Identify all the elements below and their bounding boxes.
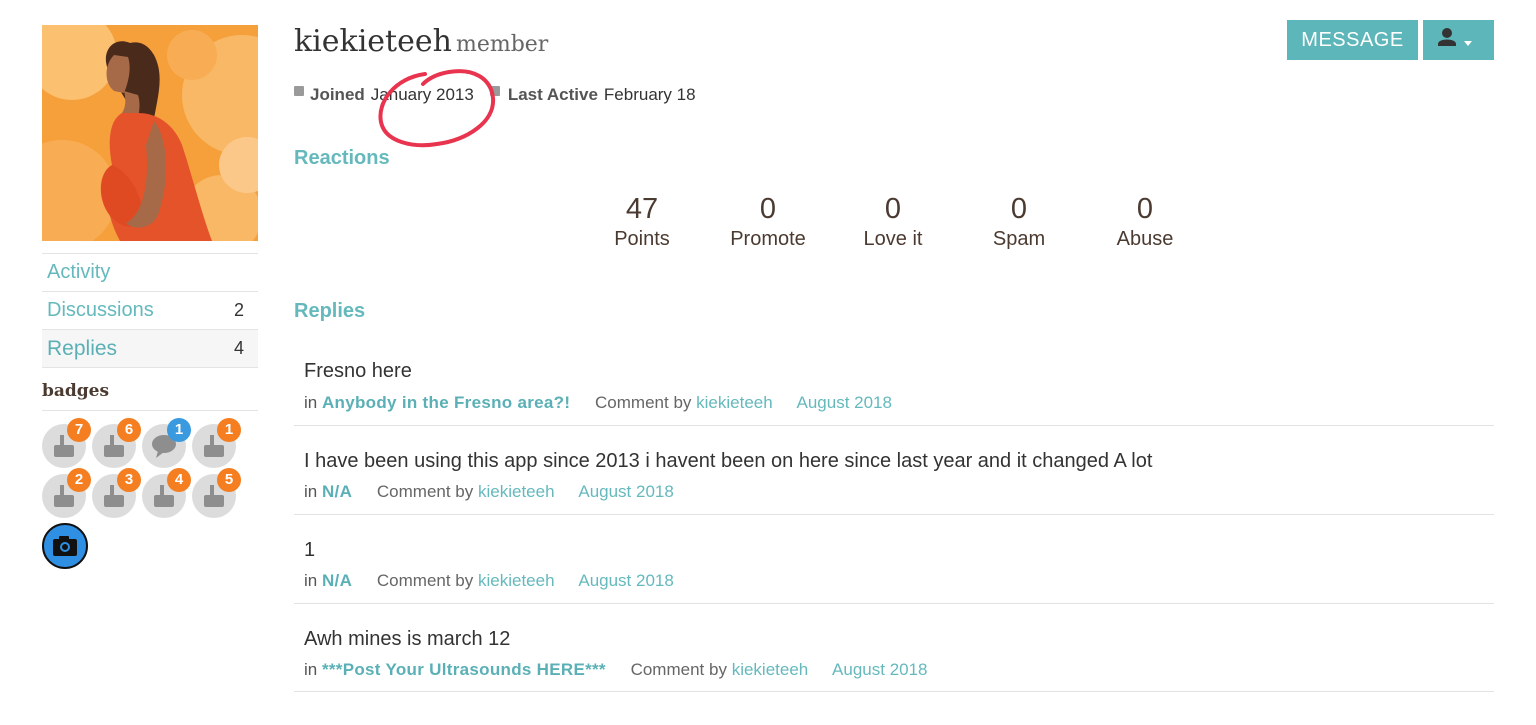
badge-count: 1 — [217, 418, 241, 442]
author-link[interactable]: kiekieteeh — [696, 393, 773, 412]
stat-label: Promote — [730, 228, 806, 250]
author-link[interactable]: kiekieteeh — [478, 482, 555, 501]
last-active-value: February 18 — [603, 85, 696, 104]
stat-label: Spam — [992, 228, 1046, 250]
reply-info: in N/A Comment by kiekieteeh August 2018 — [304, 482, 674, 502]
badge[interactable]: 7 — [42, 418, 91, 468]
chevron-down-icon — [1464, 41, 1472, 46]
discussion-link[interactable]: N/A — [322, 482, 352, 501]
in-label: in — [304, 482, 318, 501]
stat-value: 0 — [1136, 193, 1154, 225]
reply-body: 1 — [304, 539, 316, 561]
badge-count: 5 — [217, 468, 241, 492]
user-menu-button[interactable] — [1423, 20, 1494, 60]
date-link[interactable]: August 2018 — [578, 571, 673, 590]
sidebar-item-label: Activity — [47, 261, 111, 283]
username: kiekieteeh — [294, 24, 452, 59]
stat-value: 0 — [884, 193, 902, 225]
badge[interactable]: 2 — [42, 468, 91, 518]
badge[interactable]: 4 — [142, 468, 191, 518]
stat-value: 0 — [759, 193, 777, 225]
sidebar-item-label: Replies — [47, 336, 118, 360]
discussion-link[interactable]: ***Post Your Ultrasounds HERE*** — [322, 660, 606, 679]
reaction-stat-spam: 0 Spam — [959, 193, 1079, 251]
user-icon — [1438, 28, 1472, 46]
badge-count: 2 — [67, 468, 91, 492]
sidebar-item-replies[interactable]: Replies 4 — [42, 329, 258, 368]
profile-header: kiekieteeh member — [294, 24, 548, 59]
last-active-label: Last Active — [507, 85, 598, 104]
in-label: in — [304, 393, 318, 412]
in-label: in — [304, 571, 318, 590]
reply-info: in N/A Comment by kiekieteeh August 2018 — [304, 571, 674, 591]
comment-by-label: Comment by — [630, 660, 727, 679]
date-link[interactable]: August 2018 — [578, 482, 673, 501]
badge-count: 1 — [167, 418, 191, 442]
calendar-icon — [294, 86, 304, 96]
sidebar-item-discussions[interactable]: Discussions 2 — [42, 291, 258, 329]
camera-icon — [53, 536, 77, 556]
badge-count: 4 — [167, 468, 191, 492]
list-item: Awh mines is march 12 in ***Post Your Ul… — [294, 604, 1494, 692]
replies-heading: Replies — [294, 300, 366, 322]
badges-divider — [42, 410, 258, 411]
joined-label: Joined — [310, 85, 365, 104]
badge-count: 6 — [117, 418, 141, 442]
author-link[interactable]: kiekieteeh — [478, 571, 555, 590]
reaction-stat-abuse: 0 Abuse — [1085, 193, 1205, 251]
sidebar-item-count: 2 — [233, 300, 244, 320]
reaction-stat-love-it: 0 Love it — [833, 193, 953, 251]
badge[interactable]: 1 — [142, 418, 191, 468]
badge-count: 7 — [67, 418, 91, 442]
discussion-link[interactable]: N/A — [322, 571, 352, 590]
profile-avatar — [42, 25, 258, 241]
list-item: 1 in N/A Comment by kiekieteeh August 20… — [294, 515, 1494, 604]
badge[interactable]: 5 — [192, 468, 241, 518]
discussion-link[interactable]: Anybody in the Fresno area?! — [322, 393, 570, 412]
reaction-stat-promote: 0 Promote — [708, 193, 828, 251]
badge[interactable]: 3 — [92, 468, 141, 518]
sidebar-item-label: Discussions — [47, 299, 154, 321]
red-circle-annotation — [378, 69, 496, 148]
badge-count: 3 — [117, 468, 141, 492]
comment-by-label: Comment by — [376, 482, 474, 501]
badge[interactable]: 1 — [192, 418, 241, 468]
reaction-stat-points: 47 Points — [582, 193, 702, 251]
reactions-heading: Reactions — [294, 147, 390, 169]
camera-badge[interactable] — [42, 523, 88, 569]
date-link[interactable]: August 2018 — [832, 660, 927, 679]
comment-by-label: Comment by — [376, 571, 474, 590]
list-item: Fresno here in Anybody in the Fresno are… — [294, 350, 1494, 426]
profile-sidebar-nav: Activity Discussions 2 Replies 4 — [42, 253, 258, 368]
user-rank: member — [455, 32, 549, 57]
reply-body: I have been using this app since 2013 i … — [304, 450, 1153, 472]
stat-label: Points — [614, 228, 670, 250]
badge[interactable]: 6 — [92, 418, 141, 468]
date-link[interactable]: August 2018 — [797, 393, 892, 412]
sidebar-item-count: 4 — [233, 338, 244, 358]
badges-heading: badges — [42, 381, 110, 401]
pregnant-woman-illustration — [42, 25, 258, 241]
sidebar-item-activity[interactable]: Activity — [42, 253, 258, 291]
in-label: in — [304, 660, 318, 679]
author-link[interactable]: kiekieteeh — [732, 660, 809, 679]
message-button[interactable]: MESSAGE — [1287, 20, 1418, 60]
stat-value: 47 — [625, 193, 659, 225]
list-item: I have been using this app since 2013 i … — [294, 426, 1494, 515]
stat-value: 0 — [1010, 193, 1028, 225]
comment-by-label: Comment by — [595, 393, 692, 412]
reply-info: in ***Post Your Ultrasounds HERE*** Comm… — [304, 660, 928, 680]
reply-body: Awh mines is march 12 — [304, 628, 511, 650]
stat-label: Abuse — [1116, 228, 1174, 250]
reply-body: Fresno here — [304, 360, 412, 382]
reply-info: in Anybody in the Fresno area?! Comment … — [304, 393, 892, 413]
stat-label: Love it — [863, 228, 923, 250]
